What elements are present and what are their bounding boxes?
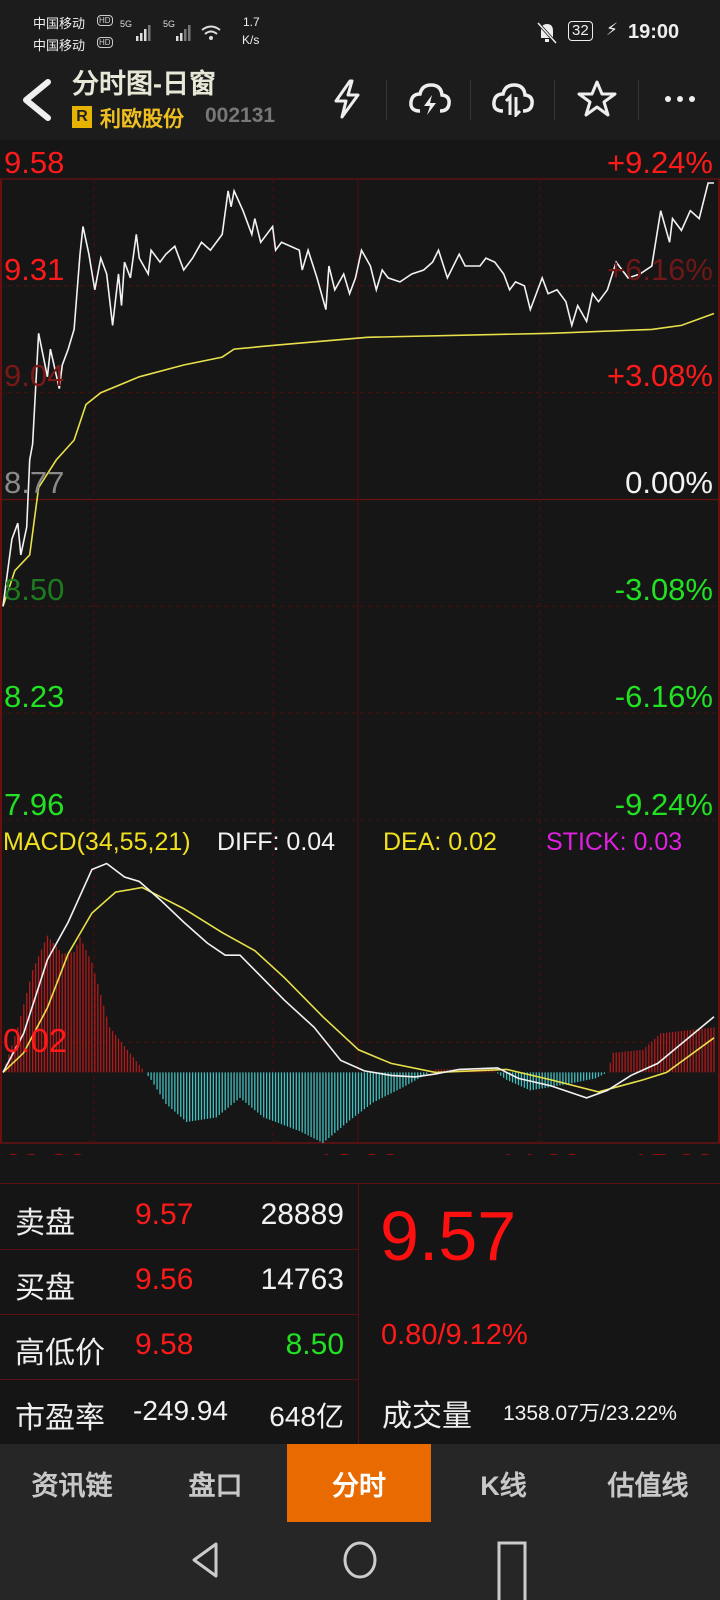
volume-value: 1358.07万/23.22%	[503, 1402, 677, 1425]
pct-label-0: +9.24%	[607, 145, 713, 180]
net-speed-unit: K/s	[242, 33, 260, 47]
page-title: 分时图-日窗	[72, 69, 216, 99]
pct-label-1: +6.16%	[607, 252, 713, 287]
bid-volume: 14763	[260, 1263, 344, 1296]
time-label-1500: 15:00	[631, 1147, 714, 1155]
pe-value: -249.94	[133, 1395, 228, 1426]
price-label-1: 9.31	[4, 252, 64, 287]
divider	[470, 80, 471, 120]
time-label-1300: 13:00	[317, 1147, 400, 1155]
pct-label-6: -9.24%	[615, 787, 713, 820]
stock-name: 利欧股份	[100, 108, 184, 131]
macd-params: MACD(34,55,21)	[3, 828, 191, 856]
battery-indicator: 32	[568, 21, 593, 41]
system-nav-bar	[0, 1522, 720, 1600]
price-label-4: 8.50	[4, 572, 64, 607]
signal-icon	[136, 25, 221, 41]
divider	[638, 80, 639, 120]
lightning-icon[interactable]	[324, 76, 370, 122]
tab-order-book[interactable]: 盘口	[144, 1444, 287, 1522]
macd-axis-label: 0.02	[3, 1022, 67, 1059]
price-label-6: 7.96	[4, 787, 64, 820]
charging-icon: ⚡	[606, 20, 618, 39]
bell-muted-icon	[536, 21, 558, 45]
clock: 19:00	[628, 21, 680, 43]
tab-kline[interactable]: K线	[431, 1444, 576, 1522]
pe-row: 市盈率 -249.94 648亿	[0, 1379, 358, 1444]
time-label-1400: 14:00	[499, 1147, 582, 1155]
macd-chart[interactable]: MACD(34,55,21) DIFF: 0.04 DEA: 0.02 STIC…	[0, 820, 720, 1155]
pct-label-5: -6.16%	[615, 679, 713, 714]
price-label-2: 9.04	[4, 358, 64, 393]
macd-grid	[0, 820, 720, 1144]
tab-valuation[interactable]: 估值线	[576, 1444, 720, 1522]
macd-dea-value: DEA: 0.02	[383, 828, 497, 856]
time-label-0930: 09:30	[4, 1147, 87, 1155]
high-low-row: 高低价 9.58 8.50	[0, 1314, 358, 1380]
tab-news-chain[interactable]: 资讯链	[0, 1444, 144, 1522]
hd-badge-1: HD	[97, 15, 113, 26]
toolbar: 分时图-日窗 R 利欧股份 002131	[0, 58, 720, 140]
hd-badge-2: HD	[97, 37, 113, 48]
bottom-tabs: 资讯链 盘口 分时 K线 估值线	[0, 1444, 720, 1522]
ask-volume: 28889	[260, 1198, 344, 1231]
ask-price: 9.57	[135, 1198, 194, 1231]
high-price: 9.58	[135, 1328, 194, 1361]
volume-label: 成交量	[382, 1400, 472, 1433]
net-speed-value: 1.7	[243, 15, 260, 29]
macd-stick-value: STICK: 0.03	[546, 828, 682, 856]
cloud-sync-icon[interactable]	[490, 76, 536, 122]
last-price: 9.57	[380, 1197, 517, 1275]
divider	[554, 80, 555, 120]
carrier-2: 中国移动	[33, 38, 86, 53]
nav-home-icon[interactable]	[342, 1540, 378, 1580]
star-icon[interactable]	[574, 76, 620, 122]
pct-label-3: 0.00%	[625, 465, 713, 500]
carrier-1: 中国移动	[33, 16, 86, 31]
market-badge: R	[72, 106, 92, 128]
macd-diff-value: DIFF: 0.04	[217, 828, 335, 856]
low-price: 8.50	[285, 1328, 344, 1361]
price-label-0: 9.58	[4, 145, 64, 180]
price-label-5: 8.23	[4, 679, 64, 714]
cloud-lightning-icon[interactable]	[407, 76, 453, 122]
pct-label-2: +3.08%	[607, 358, 713, 393]
bid-row: 买盘 9.56 14763	[0, 1249, 358, 1315]
quote-panel: 卖盘 9.57 28889 买盘 9.56 14763 高低价 9.58 8.5…	[0, 1183, 720, 1445]
market-cap: 648亿	[269, 1401, 344, 1432]
stick-histogram	[5, 935, 715, 1143]
nav-back-icon[interactable]	[190, 1540, 222, 1580]
ask-row: 卖盘 9.57 28889	[0, 1184, 358, 1250]
price-change: 0.80/9.12%	[381, 1319, 528, 1351]
intraday-price-chart[interactable]: 9.58 9.31 9.04 8.77 8.50 8.23 7.96 +9.24…	[0, 140, 720, 820]
pe-label: 市盈率	[15, 1402, 105, 1435]
stock-code: 002131	[205, 104, 276, 127]
back-button[interactable]	[18, 78, 54, 122]
pct-label-4: -3.08%	[615, 572, 713, 607]
bid-price: 9.56	[135, 1263, 194, 1296]
nav-recents-icon[interactable]	[496, 1540, 528, 1600]
divider	[386, 80, 387, 120]
price-label-3: 8.77	[4, 465, 64, 500]
tab-intraday[interactable]: 分时	[287, 1444, 431, 1522]
status-bar: 中国移动 中国移动 HD HD 5G 5G 1.7 K/s 32 ⚡ 19:00	[0, 0, 720, 58]
high-low-label: 高低价	[15, 1337, 105, 1370]
divider	[358, 1184, 359, 1444]
bid-label: 买盘	[15, 1272, 75, 1305]
ask-label: 卖盘	[15, 1207, 75, 1240]
network-type-1: 5G	[120, 19, 133, 29]
more-icon[interactable]	[657, 76, 703, 122]
